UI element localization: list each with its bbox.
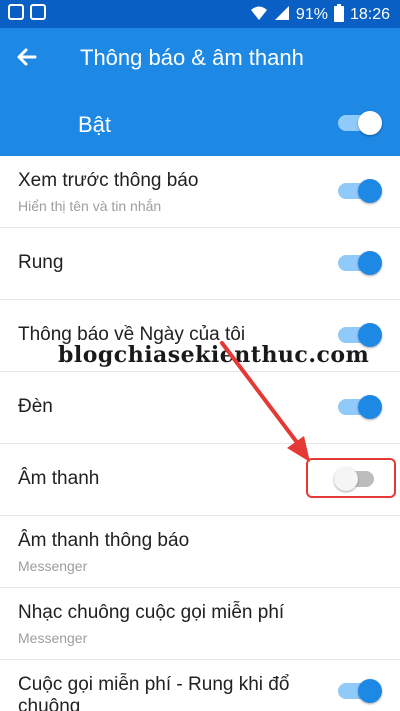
annotation-highlight-box	[306, 458, 396, 498]
toggle-thumb	[358, 679, 382, 703]
setting-title: Xem trước thông báo	[18, 170, 199, 191]
setting-row-vibrate[interactable]: Rung	[0, 228, 400, 300]
wifi-icon	[250, 5, 268, 25]
status-indicators: 91% 18:26	[250, 4, 390, 26]
gallery-notification-icon	[30, 4, 46, 20]
watermark: blogchiasekienthuc.com	[58, 342, 370, 368]
setting-subtitle: Hiển thị tên và tin nhắn	[18, 198, 162, 214]
setting-row-notification-preview[interactable]: Xem trước thông báo Hiển thị tên và tin …	[0, 156, 400, 228]
clock: 18:26	[349, 6, 390, 23]
battery-percentage: 91%	[295, 6, 328, 23]
app-notification-icon	[8, 4, 24, 20]
master-toggle-row[interactable]: Bật	[0, 90, 400, 156]
toggle-thumb	[358, 179, 382, 203]
setting-row-notification-sound[interactable]: Âm thanh thông báo Messenger	[0, 516, 400, 588]
master-toggle[interactable]	[338, 110, 382, 136]
light-toggle[interactable]	[338, 394, 382, 420]
page-title: Thông báo & âm thanh	[80, 45, 304, 70]
toggle-thumb	[358, 395, 382, 419]
toggle-thumb	[358, 111, 382, 135]
setting-row-light[interactable]: Đèn	[0, 372, 400, 444]
app-bar: Thông báo & âm thanh	[0, 28, 400, 90]
setting-title: Đèn	[18, 396, 53, 417]
setting-title: Âm thanh thông báo	[18, 530, 190, 551]
battery-icon	[333, 4, 344, 26]
call-vibrate-toggle[interactable]	[338, 678, 382, 704]
arrow-left-icon[interactable]	[12, 42, 42, 72]
setting-title: Âm thanh	[18, 468, 100, 489]
vibrate-toggle[interactable]	[338, 250, 382, 276]
setting-row-call-vibrate[interactable]: Cuộc gọi miễn phí - Rung khi đổ chuông	[0, 660, 400, 711]
setting-title: Cuộc gọi miễn phí - Rung khi đổ chuông	[18, 674, 290, 711]
setting-subtitle: Messenger	[18, 630, 88, 646]
master-toggle-label: Bật	[78, 112, 112, 137]
notification-preview-toggle[interactable]	[338, 178, 382, 204]
toggle-thumb	[358, 251, 382, 275]
setting-subtitle: Messenger	[18, 558, 88, 574]
setting-title: Nhạc chuông cuộc gọi miễn phí	[18, 602, 285, 623]
signal-icon	[274, 5, 290, 25]
notification-icons	[8, 4, 46, 20]
settings-list: Xem trước thông báo Hiển thị tên và tin …	[0, 156, 400, 711]
setting-row-call-ringtone[interactable]: Nhạc chuông cuộc gọi miễn phí Messenger	[0, 588, 400, 660]
setting-title: Rung	[18, 252, 64, 273]
status-bar: 91% 18:26	[0, 0, 400, 28]
